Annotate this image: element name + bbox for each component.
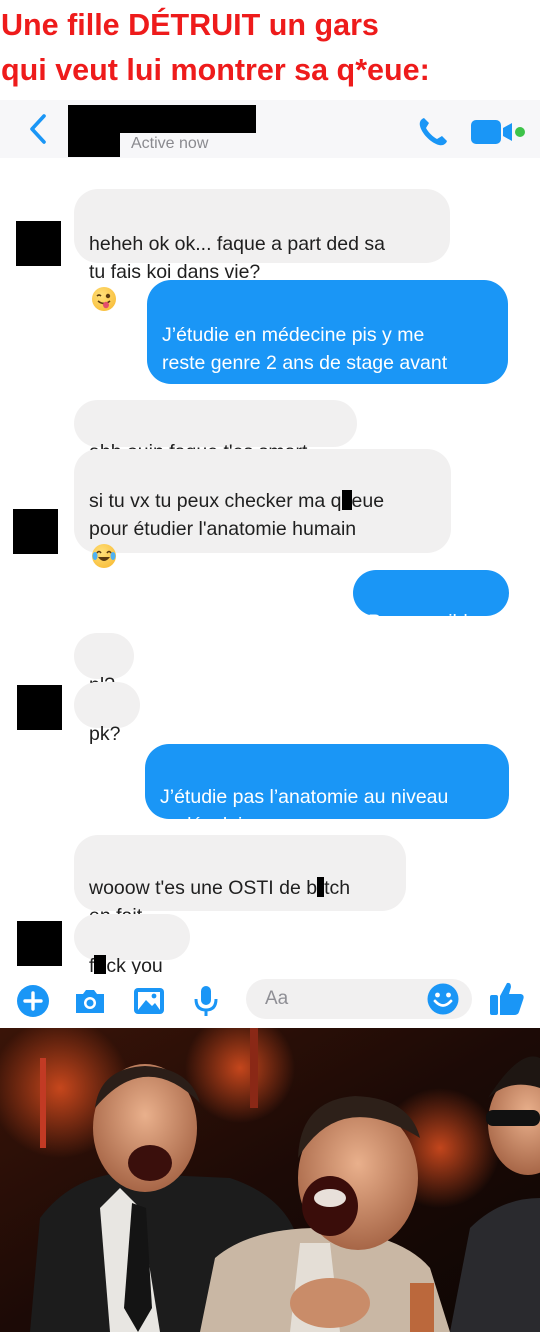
- winking-face-with-tongue-icon: [92, 286, 116, 311]
- messenger-screenshot: Active now heheh ok ok... faque a part d…: [0, 100, 540, 1026]
- active-status: Active now: [131, 135, 209, 152]
- avatar[interactable]: [17, 685, 62, 730]
- caption-line-2: qui veut lui montrer sa q*eue:: [1, 53, 430, 87]
- message-text: si tu vx tu peux checker ma q: [89, 489, 342, 512]
- message-text: J’étudie pas l’anatomie au niveau molécu…: [160, 785, 449, 837]
- image-icon[interactable]: [132, 984, 166, 1018]
- conversation-header: Active now: [0, 100, 540, 158]
- message-incoming[interactable]: si tu vx tu peux checker ma q eue pour ét…: [74, 449, 451, 677]
- composer-bar: Aa: [0, 974, 540, 1026]
- camera-icon[interactable]: [73, 984, 107, 1018]
- online-dot: [515, 127, 525, 137]
- microphone-icon[interactable]: [189, 984, 223, 1018]
- plus-icon[interactable]: [16, 984, 50, 1018]
- message-text: Pas possible: [368, 610, 479, 633]
- message-text: J’étudie en médecine pis y me reste genr…: [162, 323, 448, 403]
- chevron-left-icon[interactable]: [26, 112, 50, 146]
- face-with-tears-of-joy-icon: [92, 543, 116, 568]
- thumbs-up-icon[interactable]: [488, 979, 526, 1017]
- message-incoming[interactable]: f ck you: [74, 914, 190, 977]
- message-text: pk?: [89, 722, 121, 745]
- message-incoming[interactable]: pk?: [74, 682, 140, 745]
- redaction-bar: [94, 954, 107, 975]
- message-incoming[interactable]: pl?: [74, 633, 134, 696]
- meme-caption: Une fille DÉTRUIT un gars qui veut lui m…: [0, 0, 540, 100]
- message-text: heheh ok ok... faque a part ded sa tu fa…: [89, 232, 385, 284]
- message-incoming[interactable]: wooow t'es une OSTI de btch en fait: [74, 835, 406, 927]
- input-placeholder: Aa: [265, 988, 289, 1009]
- reaction-photo: [0, 1028, 540, 1332]
- avatar[interactable]: [13, 509, 58, 554]
- message-outgoing[interactable]: J’étudie pas l’anatomie au niveau molécu…: [145, 744, 509, 864]
- message-text: wooow t'es une OSTI de b: [89, 876, 318, 899]
- message-outgoing[interactable]: Pas possible: [353, 570, 509, 633]
- smile-icon[interactable]: [426, 982, 460, 1016]
- avatar[interactable]: [16, 221, 61, 266]
- video-camera-icon[interactable]: [470, 119, 526, 145]
- message-incoming[interactable]: heheh ok ok... faque a part ded sa tu fa…: [74, 189, 450, 311]
- message-incoming[interactable]: ahh ouin faque t'es smart: [74, 400, 357, 463]
- redaction-bar: [341, 489, 352, 510]
- caption-line-1: Une fille DÉTRUIT un gars: [1, 8, 379, 42]
- phone-icon[interactable]: [416, 115, 450, 149]
- message-outgoing[interactable]: J’étudie en médecine pis y me reste genr…: [147, 280, 508, 403]
- avatar[interactable]: [17, 921, 62, 966]
